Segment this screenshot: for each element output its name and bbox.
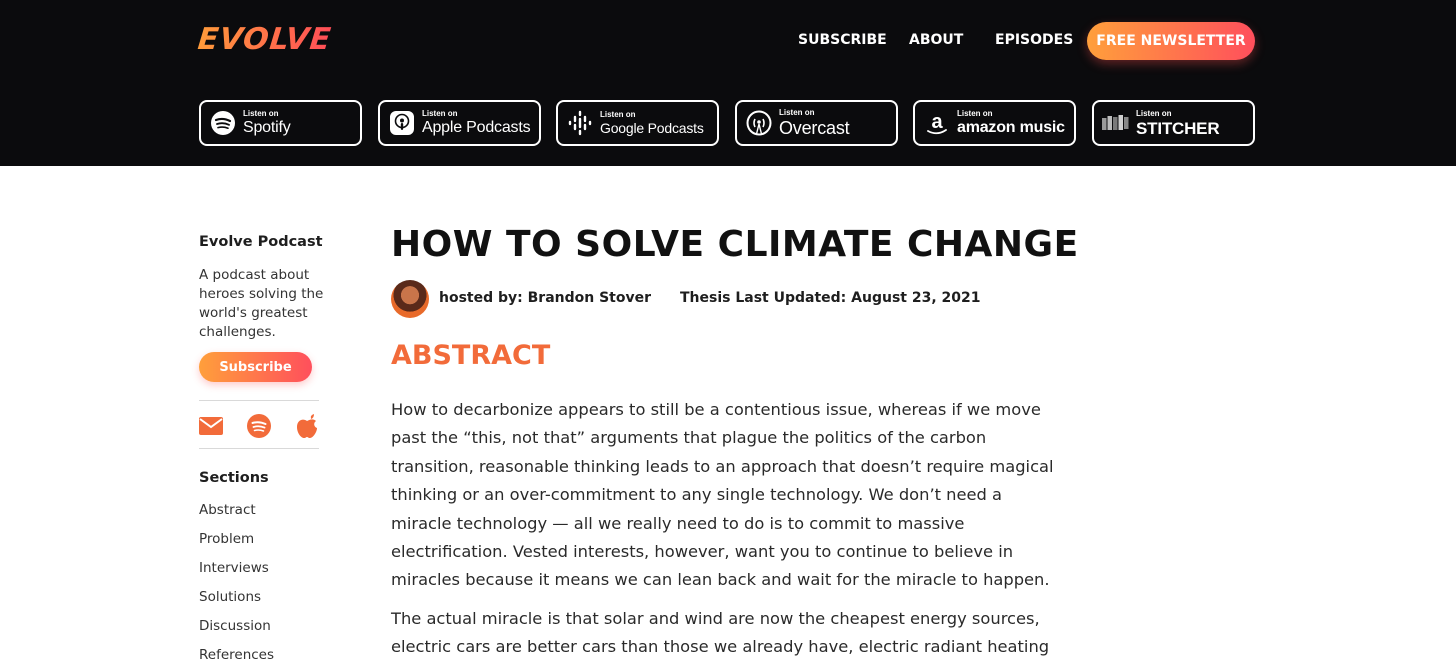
platform-name: Google Podcasts [600, 120, 704, 136]
sections-heading: Sections [199, 470, 269, 486]
listen-on-stitcher-button[interactable]: Listen on STITCHER [1092, 100, 1255, 146]
platform-name: amazon music [957, 119, 1065, 136]
spotify-icon[interactable] [246, 414, 272, 438]
platform-listen-label: Listen on [957, 109, 993, 118]
svg-text:a: a [931, 111, 943, 133]
free-newsletter-button[interactable]: FREE NEWSLETTER [1087, 22, 1255, 60]
overcast-icon [745, 109, 773, 137]
listen-on-overcast-button[interactable]: Listen on Overcast [735, 100, 898, 146]
sidebar-podcast-description: A podcast about heroes solving the world… [199, 267, 324, 340]
listen-on-google-podcasts-button[interactable]: Listen on Google Podcasts [556, 100, 719, 146]
section-link-references[interactable]: References [199, 645, 274, 659]
abstract-paragraph: How to decarbonize appears to still be a… [391, 400, 1054, 590]
section-link-solutions[interactable]: Solutions [199, 587, 274, 616]
hosted-by-label: hosted by: Brandon Stover [439, 290, 652, 306]
email-icon[interactable] [198, 414, 224, 438]
sidebar-subscribe-button[interactable]: Subscribe [199, 352, 312, 382]
sidebar-divider [199, 400, 319, 401]
abstract-paragraph: The actual miracle is that solar and win… [391, 609, 1050, 657]
platform-listen-label: Listen on [779, 108, 815, 117]
platform-name: Overcast [779, 118, 850, 138]
stitcher-icon [1102, 109, 1130, 137]
nav-episodes-link[interactable]: EPISODES [995, 32, 1073, 48]
platform-listen-label: Listen on [243, 109, 279, 118]
site-header: EVOLVE SUBSCRIBE ABOUT EPISODES FREE NEW… [0, 0, 1456, 166]
abstract-heading: ABSTRACT [391, 340, 551, 371]
platform-name: Spotify [243, 119, 291, 136]
section-link-interviews[interactable]: Interviews [199, 558, 274, 587]
section-link-abstract[interactable]: Abstract [199, 500, 274, 529]
sidebar-divider [199, 448, 319, 449]
google-podcasts-icon [566, 109, 594, 137]
platform-name: STITCHER [1136, 118, 1220, 138]
listen-on-apple-podcasts-button[interactable]: Listen on Apple Podcasts [378, 100, 541, 146]
sidebar-podcast-title: Evolve Podcast [199, 234, 323, 250]
apple-podcasts-icon [388, 109, 416, 137]
host-avatar [391, 280, 429, 318]
spotify-icon [209, 109, 237, 137]
evolve-logo[interactable]: EVOLVE [196, 22, 333, 57]
platform-listen-label: Listen on [422, 109, 458, 118]
apple-icon[interactable] [294, 414, 320, 438]
listen-on-amazon-music-button[interactable]: a Listen on amazon music [913, 100, 1076, 146]
section-link-problem[interactable]: Problem [199, 529, 274, 558]
listen-on-spotify-button[interactable]: Listen on Spotify [199, 100, 362, 146]
platform-name: Apple Podcasts [422, 119, 531, 136]
page-title: HOW TO SOLVE CLIMATE CHANGE [391, 224, 1079, 265]
section-link-discussion[interactable]: Discussion [199, 616, 274, 645]
platform-listen-label: Listen on [600, 110, 636, 119]
thesis-updated-label: Thesis Last Updated: August 23, 2021 [680, 290, 981, 306]
platform-listen-label: Listen on [1136, 108, 1172, 118]
amazon-icon: a [923, 109, 951, 137]
nav-subscribe-link[interactable]: SUBSCRIBE [798, 32, 887, 48]
sections-nav: Abstract Problem Interviews Solutions Di… [199, 500, 274, 659]
nav-about-link[interactable]: ABOUT [909, 32, 963, 48]
